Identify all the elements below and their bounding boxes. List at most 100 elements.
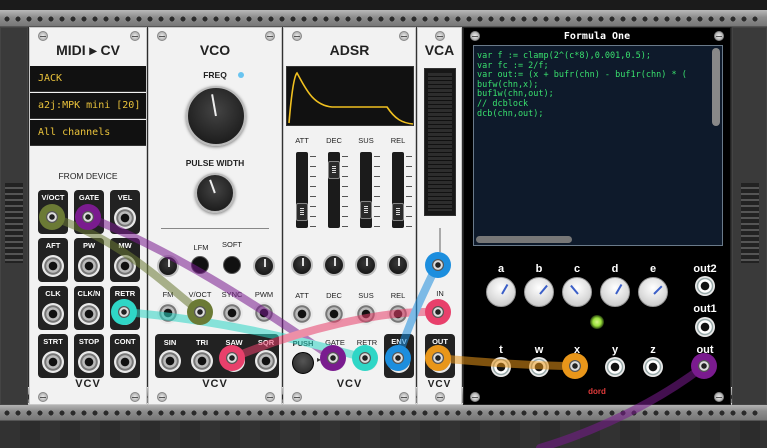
output-jack-vel[interactable] <box>114 207 136 229</box>
slider-handle[interactable] <box>392 203 404 221</box>
module-title: VCO <box>199 42 231 58</box>
output-jack-box: PW <box>74 238 104 282</box>
lfm-button[interactable] <box>191 256 209 274</box>
input-jack-t[interactable] <box>491 357 511 377</box>
pwm-attenuator-knob[interactable] <box>253 255 275 277</box>
fm-attenuator-knob[interactable] <box>157 255 179 277</box>
slider-handle[interactable] <box>328 161 340 179</box>
code-editor[interactable]: var f := clamp(2^(c*8),0.001,0.5); var fc… <box>473 45 723 246</box>
midi-device-select[interactable]: a2j:MPK mini [20] ( <box>30 93 146 119</box>
jack-label: V/OCT <box>41 193 65 202</box>
tick-mark <box>310 196 316 197</box>
slider-att[interactable] <box>296 152 308 228</box>
knob-indicator <box>334 258 336 266</box>
tick-mark <box>406 226 412 227</box>
code-text[interactable]: var f := clamp(2^(c*8),0.001,0.5); var fc… <box>477 51 708 119</box>
cable-plug-orange[interactable] <box>425 345 451 371</box>
pulse-width-knob[interactable] <box>195 173 235 213</box>
tick-mark <box>374 216 380 217</box>
cv-input-jack-att[interactable] <box>291 303 313 325</box>
screw <box>38 392 48 402</box>
rack-top-gap <box>0 0 767 10</box>
push-button[interactable] <box>292 352 314 374</box>
tick-mark <box>374 166 380 167</box>
cv-attenuator-sus[interactable] <box>355 254 377 276</box>
knob-label: d <box>611 263 619 275</box>
input-jack-pwm[interactable] <box>253 302 275 324</box>
cable-plug-purple[interactable] <box>75 204 101 230</box>
vertical-scrollbar[interactable] <box>712 48 720 126</box>
tick-mark <box>342 206 348 207</box>
input-jack-sync[interactable] <box>221 302 243 324</box>
output-jack-mw[interactable] <box>114 255 136 277</box>
cv-attenuator-dec[interactable] <box>323 254 345 276</box>
slider-dec[interactable] <box>328 152 340 228</box>
output-jack-clkn[interactable] <box>78 303 100 325</box>
cable-plug-blue[interactable] <box>385 345 411 371</box>
rack-background: MIDI ▸ CV JACK a2j:MPK mini [20] ( All c… <box>0 0 767 448</box>
cv-input-jack-sus[interactable] <box>355 303 377 325</box>
horizontal-scrollbar[interactable] <box>476 236 572 243</box>
cable-plug-orange[interactable] <box>562 353 588 379</box>
output-jack-stop[interactable] <box>78 351 100 373</box>
output-jack-aft[interactable] <box>42 255 64 277</box>
knob-b[interactable] <box>524 277 554 307</box>
cable-plug-purple[interactable] <box>320 345 346 371</box>
cable-plug-olive[interactable] <box>187 299 213 325</box>
knob-c[interactable] <box>562 277 592 307</box>
slider-handle[interactable] <box>296 203 308 221</box>
vco-module[interactable]: VCO FREQ PULSE WIDTH LFM SOFT FM V/OCT SYN… <box>148 27 282 405</box>
slider-label: REL <box>390 136 406 145</box>
cv-attenuator-rel[interactable] <box>387 254 409 276</box>
screw <box>157 392 167 402</box>
module-title: ADSR <box>329 42 370 58</box>
output-jack-sqr[interactable] <box>255 350 277 372</box>
tick-mark <box>406 176 412 177</box>
input-jack-z[interactable] <box>643 357 663 377</box>
cv-input-jack-rel[interactable] <box>387 303 409 325</box>
tick-mark <box>406 166 412 167</box>
out1-output-jack[interactable] <box>695 317 715 337</box>
output-jack-pw[interactable] <box>78 255 100 277</box>
input-jack-fm[interactable] <box>157 302 179 324</box>
formula-one-module[interactable]: Formula One var f := clamp(2^(c*8),0.001… <box>463 27 731 405</box>
jack-label: GATE <box>78 193 100 202</box>
soft-sync-button[interactable] <box>223 256 241 274</box>
knob-d[interactable] <box>600 277 630 307</box>
output-jack-cont[interactable] <box>114 351 136 373</box>
cable-plug-pink[interactable] <box>219 345 245 371</box>
screw <box>399 392 409 402</box>
cable-plug-pink[interactable] <box>425 299 451 325</box>
slider-handle[interactable] <box>360 201 372 219</box>
cv-input-jack-dec[interactable] <box>323 303 345 325</box>
input-jack-y[interactable] <box>605 357 625 377</box>
knob-e[interactable] <box>638 277 668 307</box>
tick-mark <box>406 196 412 197</box>
midi-driver-select[interactable]: JACK <box>30 66 146 92</box>
screw <box>157 31 167 41</box>
knob-a[interactable] <box>486 277 516 307</box>
cable-plug-teal[interactable] <box>352 345 378 371</box>
tick-mark <box>406 216 412 217</box>
knob-indicator <box>398 258 400 266</box>
input-jack-w[interactable] <box>529 357 549 377</box>
slider-sus[interactable] <box>360 152 372 228</box>
slider-rel[interactable] <box>392 152 404 228</box>
cable-plug-purple[interactable] <box>691 353 717 379</box>
cable-plug-teal[interactable] <box>111 299 137 325</box>
cable-plug-blue[interactable] <box>425 252 451 278</box>
output-jack-sin[interactable] <box>159 350 181 372</box>
out2-output-jack[interactable] <box>695 276 715 296</box>
screw <box>130 392 140 402</box>
jack-label: CONT <box>114 337 136 346</box>
knob-indicator <box>653 285 663 295</box>
output-jack-tri[interactable] <box>191 350 213 372</box>
output-jack-strt[interactable] <box>42 351 64 373</box>
midi-channel-select[interactable]: All channels <box>30 120 146 146</box>
from-device-label: FROM DEVICE <box>58 171 118 181</box>
cable-plug-olive[interactable] <box>39 204 65 230</box>
output-jack-clk[interactable] <box>42 303 64 325</box>
cv-attenuator-att[interactable] <box>291 254 313 276</box>
tick-mark <box>374 206 380 207</box>
freq-knob[interactable] <box>186 86 246 146</box>
